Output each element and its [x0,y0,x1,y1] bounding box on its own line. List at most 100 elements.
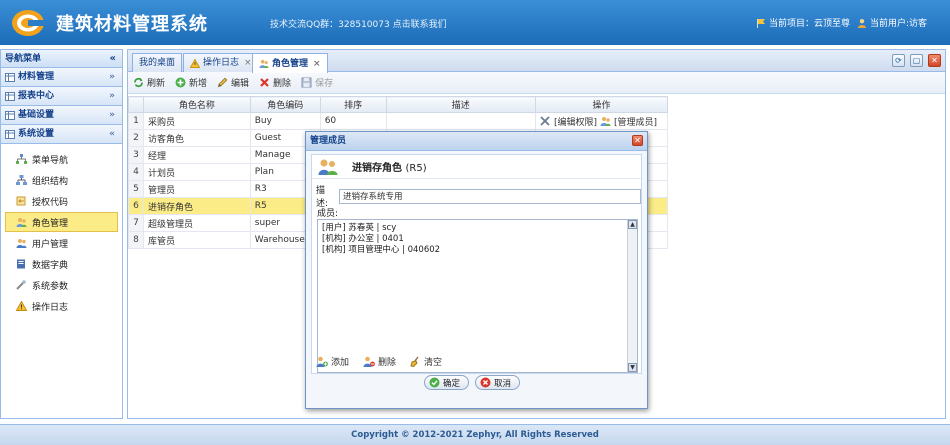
grid-header-name[interactable]: 角色名称 [142,96,251,113]
members-textarea[interactable]: [用户] 苏春英 | scy [机构] 办公室 | 0401 [机构] 项目管理… [317,219,638,373]
grid-icon [5,110,15,120]
cancel-label: 取消 [494,378,512,389]
grid-icon [5,129,15,139]
cell-role-code: Buy [249,112,321,130]
table-row[interactable]: 1 采购员 Buy 60 [编辑权限] [管理成员] [128,112,669,130]
dialog-title-text: 管理成员 [310,136,347,146]
cell-role-name: 计划员 [142,163,251,181]
cell-role-name: 管理员 [142,180,251,198]
collapse-icon[interactable]: « [110,50,116,68]
nav-group-basic-settings[interactable]: 基础设置 » [1,106,122,125]
ok-button[interactable]: 确定 [424,375,470,390]
nav-title: 导航菜单 « [1,50,122,68]
dialog-buttons: 确定 取消 [424,375,521,390]
save-icon [301,77,312,88]
nav-group-reports[interactable]: 报表中心 » [1,87,122,106]
chevron-down-icon: » [109,110,115,120]
scroll-up-icon[interactable]: ▲ [628,220,637,229]
grid-icon [5,72,15,82]
nav-item-menu[interactable]: 菜单导航 [5,149,118,169]
remove-user-icon [363,356,375,367]
scroll-down-icon[interactable]: ▼ [628,363,637,372]
manage-members-link[interactable]: [管理成员] [614,115,657,128]
add-icon [175,77,186,88]
menu-tree-icon [16,154,27,164]
member-line: [机构] 项目管理中心 | 040602 [322,245,441,255]
cancel-button[interactable]: 取消 [475,375,521,390]
grid-header-num [128,96,144,113]
nav-item-org[interactable]: 组织结构 [5,170,118,190]
close-icon[interactable]: ✕ [928,54,941,67]
refresh-icon[interactable]: ⟳ [892,54,905,67]
logo-icon [10,6,46,38]
warning-icon [16,301,27,311]
nav-item-label: 数据字典 [32,260,69,271]
members-scrollbar[interactable]: ▲ ▼ [627,220,637,372]
tab-role-management[interactable]: 角色管理 × [252,53,328,73]
tab-operation-log[interactable]: 操作日志 × [183,53,259,72]
save-label: 保存 [315,79,334,89]
tools-icon [540,116,551,126]
add-user-icon [316,356,328,367]
window-tools: ⟳ ▢ ✕ [892,54,941,67]
row-number: 2 [128,129,144,147]
nav-group-system-settings[interactable]: 系统设置 « [1,125,122,144]
clear-members-label: 清空 [424,358,443,368]
nav-item-label: 菜单导航 [32,155,69,166]
row-number: 6 [128,197,144,215]
member-line: [机构] 办公室 | 0401 [322,234,404,244]
clear-members-button[interactable]: 清空 [410,355,442,368]
org-icon [16,175,27,185]
tab-label: 角色管理 [272,58,309,69]
row-number: 3 [128,146,144,164]
app-header: 建筑材料管理系统 技术交流QQ群：328510073 点击联系我们 当前项目：云… [0,0,950,45]
nav-group-material[interactable]: 材料管理 » [1,68,122,87]
pencil-icon [217,77,228,88]
tab-desktop[interactable]: 我的桌面 [132,53,183,72]
edit-permission-link[interactable]: [编辑权限] [554,115,597,128]
key-icon [16,196,27,206]
current-project[interactable]: 当前项目：云顶至尊 [756,16,850,29]
dialog-body: 进销存角色 (R5) 描述: 成员: [用户] 苏春英 | scy [机构] 办… [311,154,642,374]
nav-item-dictionary[interactable]: 数据字典 [5,254,118,274]
refresh-button[interactable]: 刷新 [133,76,165,89]
nav-group-label: 系统设置 [18,128,55,139]
edit-button[interactable]: 编辑 [217,76,249,89]
close-icon[interactable]: × [244,54,252,72]
role-code: (R5) [405,163,427,174]
current-project-text: 当前项目：云顶至尊 [769,19,851,29]
maximize-icon[interactable]: ▢ [910,54,923,67]
qq-contact-link[interactable]: 技术交流QQ群：328510073 点击联系我们 [270,17,447,30]
members-list: [用户] 苏春英 | scy [机构] 办公室 | 0401 [机构] 项目管理… [318,220,637,259]
role-header: 进销存角色 (R5) [312,155,641,179]
add-member-button[interactable]: 添加 [316,355,349,368]
users-icon [16,238,27,248]
row-number: 8 [128,231,144,249]
close-icon[interactable]: × [313,55,321,73]
users-icon [600,116,611,126]
delete-member-button[interactable]: 删除 [363,355,396,368]
nav-item-users[interactable]: 用户管理 [5,233,118,253]
save-button[interactable]: 保存 [301,76,333,89]
cell-role-name: 访客角色 [142,129,251,147]
nav-item-logs[interactable]: 操作日志 [5,296,118,316]
delete-button[interactable]: 删除 [259,76,291,89]
grid-header-code[interactable]: 角色编码 [249,96,321,113]
grid-header-desc[interactable]: 描述 [385,96,536,113]
grid-header-sort[interactable]: 排序 [319,96,387,113]
nav-item-auth-code[interactable]: 授权代码 [5,191,118,211]
description-input[interactable] [338,188,641,204]
current-user[interactable]: 当前用户:访客 [857,16,927,29]
nav-item-label: 组织结构 [32,176,69,187]
close-icon[interactable]: ✕ [632,135,643,146]
refresh-label: 刷新 [147,79,166,89]
manage-members-dialog: 管理成员 ✕ 进销存角色 (R5) 描述: 成员: [用户] 苏春英 | scy… [305,131,648,409]
warning-icon [190,58,200,68]
role-name: 进销存角色 [352,163,402,174]
nav-item-params[interactable]: 系统参数 [5,275,118,295]
nav-item-role[interactable]: 角色管理 [5,212,118,232]
row-number: 5 [128,180,144,198]
nav-panel: 导航菜单 « 材料管理 » 报表中心 » 基础设置 » 系统设置 « 菜单导航 … [0,49,123,419]
add-button[interactable]: 新增 [175,76,207,89]
chevron-down-icon: » [109,91,115,101]
